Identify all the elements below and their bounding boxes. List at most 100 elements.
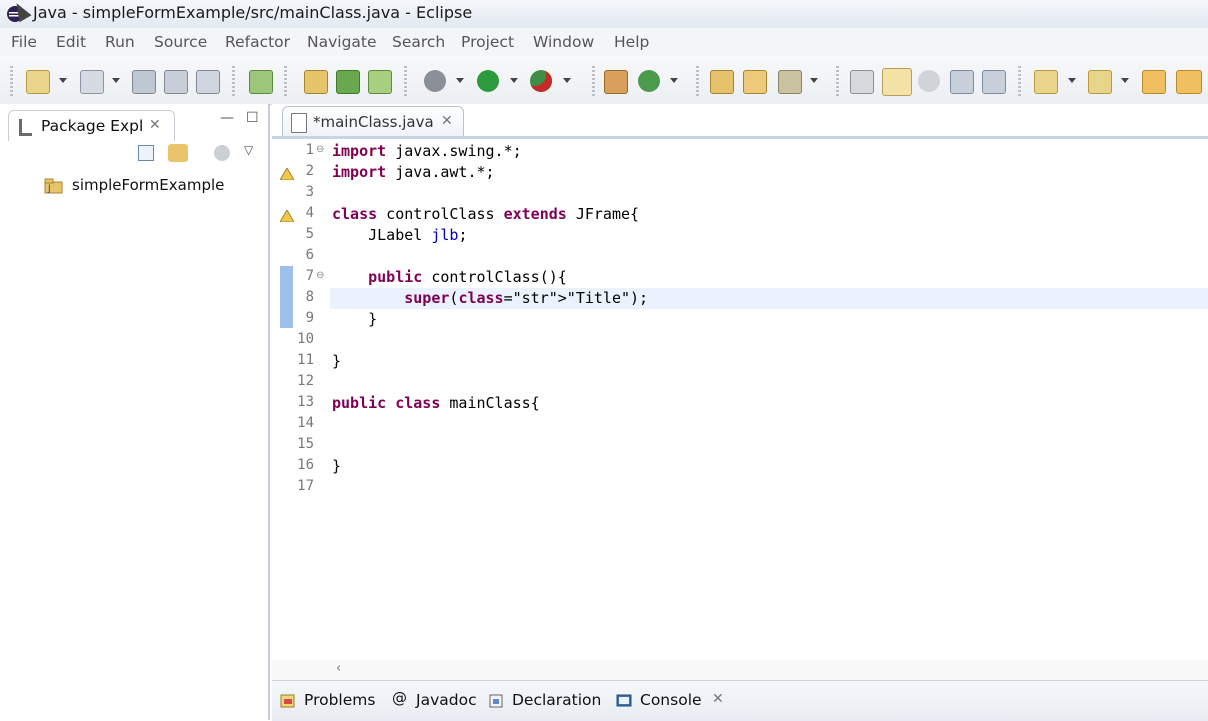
toolbar-separator bbox=[1018, 66, 1021, 96]
toolbar-separator bbox=[836, 66, 839, 96]
print-icon[interactable] bbox=[196, 70, 220, 94]
code-line-4[interactable]: class controlClass extends JFrame{ bbox=[332, 205, 639, 223]
menu-search[interactable]: Search bbox=[392, 33, 445, 51]
menu-refactor[interactable]: Refactor bbox=[225, 33, 290, 51]
next-annotation-dropdown-icon[interactable] bbox=[1068, 78, 1076, 83]
open-resource-icon[interactable] bbox=[743, 70, 767, 94]
menu-help[interactable]: Help bbox=[614, 33, 649, 51]
toolbar-separator bbox=[232, 66, 235, 96]
maximize-icon[interactable]: ☐ bbox=[246, 110, 259, 126]
console-icon bbox=[616, 693, 632, 709]
close-icon[interactable]: ✕ bbox=[712, 691, 724, 707]
menu-source[interactable]: Source bbox=[154, 33, 207, 51]
close-icon[interactable]: ✕ bbox=[149, 117, 161, 133]
code-line-16[interactable]: } bbox=[332, 457, 341, 475]
open-folder-icon[interactable] bbox=[710, 70, 734, 94]
highlight-toggle-icon[interactable] bbox=[882, 68, 912, 96]
forward-icon[interactable] bbox=[1176, 70, 1202, 94]
show-whitespace-icon[interactable] bbox=[950, 70, 974, 94]
coverage-dropdown-icon[interactable] bbox=[670, 78, 678, 83]
publish-icon[interactable] bbox=[249, 70, 273, 94]
tab-mainclass-java[interactable]: *mainClass.java ✕ bbox=[282, 106, 464, 137]
tab-javadoc[interactable]: @ Javadoc bbox=[392, 689, 482, 715]
open-package-icon[interactable] bbox=[304, 70, 328, 94]
code-line-5[interactable]: JLabel jlb; bbox=[332, 226, 467, 244]
line-number: 11 bbox=[297, 352, 314, 368]
run-icon[interactable] bbox=[477, 70, 499, 92]
previous-annotation-icon[interactable] bbox=[1088, 70, 1112, 94]
view-menu-icon[interactable]: ▽ bbox=[244, 143, 253, 157]
line-number: 13 bbox=[297, 394, 314, 410]
tab-declaration[interactable]: Declaration bbox=[488, 689, 608, 715]
menu-navigate[interactable]: Navigate bbox=[307, 33, 377, 51]
tab-problems[interactable]: Problems bbox=[280, 689, 380, 715]
code-line-8[interactable]: super(class="str">"Title"); bbox=[332, 289, 648, 307]
code-line-1[interactable]: import javax.swing.*; bbox=[332, 142, 522, 160]
pilcrow-icon[interactable] bbox=[982, 70, 1006, 94]
menu-window[interactable]: Window bbox=[533, 33, 594, 51]
package-explorer-toolbar: ▽ bbox=[0, 140, 266, 170]
warning-icon[interactable] bbox=[279, 208, 295, 223]
code-line-7[interactable]: public controlClass(){ bbox=[332, 268, 567, 286]
toggle-mark-occurrences-icon[interactable] bbox=[850, 70, 874, 94]
menu-edit[interactable]: Edit bbox=[56, 33, 86, 51]
warning-icon[interactable] bbox=[279, 166, 295, 181]
run-dropdown-icon[interactable] bbox=[510, 78, 518, 83]
save-icon[interactable] bbox=[132, 70, 156, 94]
fold-icon[interactable]: ⊖ bbox=[316, 270, 324, 281]
horizontal-scrollbar[interactable]: ‹ bbox=[272, 660, 1208, 680]
search-dropdown-icon[interactable] bbox=[810, 78, 818, 83]
code-line-13[interactable]: public class mainClass{ bbox=[332, 394, 540, 412]
search-icon[interactable] bbox=[778, 70, 802, 94]
line-number-gutter: 1 ⊖ 2 3 4 5 6 7 ⊖ 8 9 10 11 12 13 14 15 … bbox=[272, 140, 324, 660]
previous-annotation-dropdown-icon[interactable] bbox=[1121, 78, 1129, 83]
toolbar-separator bbox=[592, 66, 595, 96]
tab-package-explorer[interactable]: Package Expl ✕ bbox=[8, 110, 175, 141]
collapse-all-icon[interactable] bbox=[138, 145, 154, 161]
declaration-icon bbox=[488, 693, 504, 709]
open-type-icon[interactable] bbox=[604, 70, 628, 94]
line-number: 5 bbox=[305, 226, 314, 242]
close-icon[interactable]: ✕ bbox=[441, 113, 453, 129]
external-tools-icon[interactable] bbox=[530, 70, 552, 92]
focus-icon[interactable] bbox=[214, 145, 230, 161]
code-line-9[interactable]: } bbox=[332, 310, 377, 328]
javadoc-icon: @ bbox=[392, 689, 407, 707]
svg-text:J: J bbox=[47, 184, 51, 194]
menu-file[interactable]: File bbox=[11, 33, 37, 51]
new-junit-icon[interactable] bbox=[336, 70, 360, 94]
coverage-icon[interactable] bbox=[638, 70, 660, 92]
external-tools-dropdown-icon[interactable] bbox=[563, 78, 571, 83]
code-area[interactable]: 1 ⊖ 2 3 4 5 6 7 ⊖ 8 9 10 11 12 13 14 15 … bbox=[272, 140, 1208, 660]
package-explorer-icon bbox=[19, 119, 32, 136]
link-with-editor-icon[interactable] bbox=[168, 144, 188, 162]
java-project-icon: J bbox=[44, 178, 64, 194]
code-line-11[interactable]: } bbox=[332, 352, 341, 370]
line-number: 12 bbox=[297, 373, 314, 389]
tab-console[interactable]: Console ✕ bbox=[616, 689, 736, 715]
debug-dropdown-icon[interactable] bbox=[456, 78, 464, 83]
debug-icon[interactable] bbox=[424, 70, 446, 92]
back-icon[interactable] bbox=[1142, 70, 1166, 94]
title-bar: Java - simpleFormExample/src/mainClass.j… bbox=[0, 0, 1208, 29]
new-type-icon[interactable] bbox=[80, 70, 104, 94]
line-number: 14 bbox=[297, 415, 314, 431]
fold-icon[interactable]: ⊖ bbox=[316, 144, 324, 155]
next-annotation-icon[interactable] bbox=[1034, 70, 1058, 94]
new-type-dropdown-icon[interactable] bbox=[112, 78, 120, 83]
menu-run[interactable]: Run bbox=[105, 33, 135, 51]
scroll-left-icon[interactable]: ‹ bbox=[336, 661, 341, 676]
line-number: 15 bbox=[297, 436, 314, 452]
new-icon[interactable] bbox=[26, 70, 50, 94]
new-class-icon[interactable] bbox=[368, 70, 392, 94]
java-editor: *mainClass.java ✕ 1 ⊖ 2 3 4 5 6 7 ⊖ 8 9 … bbox=[272, 104, 1208, 680]
menu-project[interactable]: Project bbox=[461, 33, 514, 51]
block-selection-icon[interactable] bbox=[918, 70, 940, 92]
toolbar-separator bbox=[284, 66, 287, 96]
minimize-icon[interactable]: — bbox=[220, 110, 234, 126]
save-all-icon[interactable] bbox=[164, 70, 188, 94]
toolbar-separator bbox=[404, 66, 407, 96]
window-title: Java - simpleFormExample/src/mainClass.j… bbox=[33, 3, 473, 22]
new-dropdown-icon[interactable] bbox=[59, 78, 67, 83]
code-line-2[interactable]: import java.awt.*; bbox=[332, 163, 495, 181]
